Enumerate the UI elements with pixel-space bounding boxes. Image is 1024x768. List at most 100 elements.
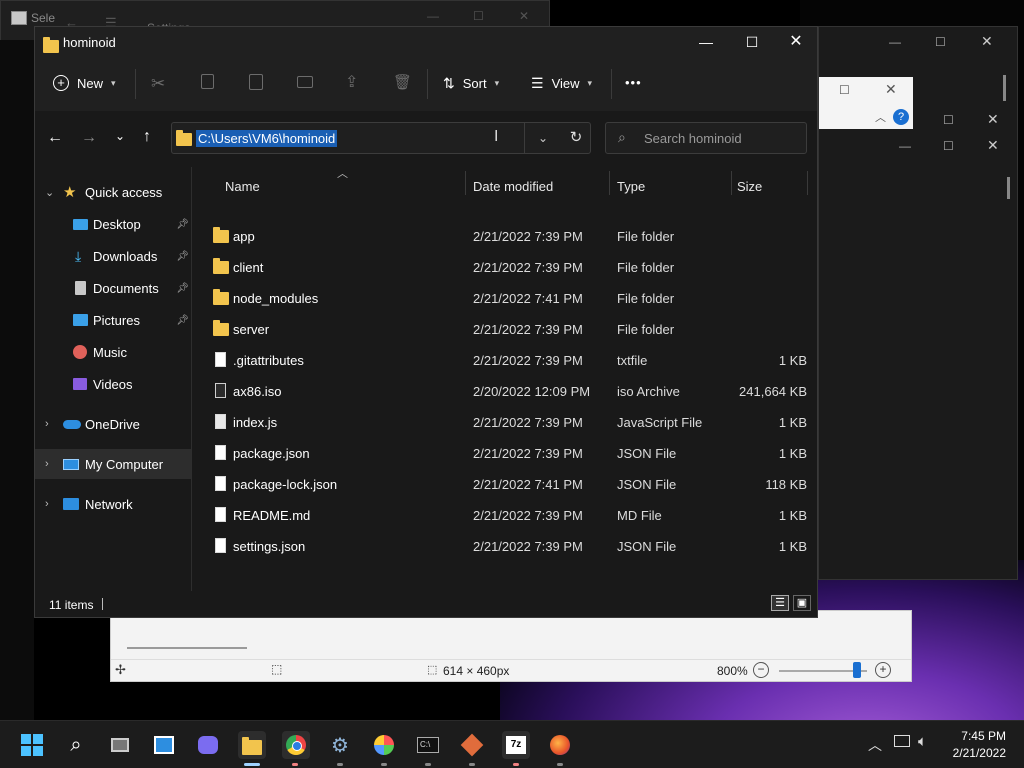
rename-icon[interactable] (297, 76, 313, 88)
sidebar-item-desktop[interactable]: Desktop 📌︎ (35, 209, 191, 239)
file-explorer-window[interactable]: hominoid — ☐ ✕ + New ▾ ✂ ⇪ 🗑︎ ⇅ Sort ▾ ☰… (34, 26, 818, 618)
bgwin-maximize-button-2[interactable]: ☐ (943, 113, 954, 127)
settings-close-button[interactable]: ✕ (519, 9, 529, 23)
table-row[interactable]: client 2/21/2022 7:39 PM File folder (193, 252, 813, 283)
table-row[interactable]: ax86.iso 2/20/2022 12:09 PM iso Archive 241… (193, 376, 813, 407)
table-row[interactable]: settings.json 2/21/2022 7:39 PM JSON File 1… (193, 531, 813, 562)
column-header-date[interactable]: Date modified (473, 179, 553, 194)
column-divider[interactable] (807, 171, 808, 195)
search-box[interactable]: ⌕ Search hominoid (605, 122, 807, 154)
bgwin-maximize-button-3[interactable]: ☐ (943, 139, 954, 153)
bgwin-minimize-button[interactable]: — (889, 35, 901, 49)
sidebar-item-pictures[interactable]: Pictures 📌︎ (35, 305, 191, 335)
sidebar-item-videos[interactable]: Videos (35, 369, 191, 399)
pin-icon[interactable]: 📌︎ (176, 315, 189, 326)
sidebar-item-downloads[interactable]: ⤓ Downloads 📌︎ (35, 241, 191, 271)
column-header-size[interactable]: Size (737, 179, 762, 194)
sidebar-item-my-computer[interactable]: › My Computer (35, 449, 191, 479)
chevron-right-icon[interactable]: › (45, 418, 49, 430)
zoom-slider-thumb[interactable] (853, 662, 861, 678)
large-icons-view-button[interactable]: ▣ (793, 595, 811, 611)
help-icon[interactable]: ? (893, 109, 909, 125)
bgwin-minimize-button-3[interactable]: — (899, 139, 911, 153)
pin-icon[interactable]: 📌︎ (176, 219, 189, 230)
share-icon[interactable]: ⇪ (345, 72, 358, 92)
column-header-name[interactable]: Name (225, 179, 260, 194)
table-row[interactable]: app 2/21/2022 7:39 PM File folder (193, 221, 813, 252)
network-status-icon[interactable] (894, 735, 910, 747)
start-icon[interactable] (18, 731, 46, 759)
show-hidden-icons-button[interactable]: ︿ (868, 735, 882, 755)
widgets-icon[interactable] (150, 731, 178, 759)
details-view-button[interactable]: ☰ (771, 595, 789, 611)
paste-icon[interactable] (249, 74, 263, 90)
settings-icon[interactable]: ⚙ (326, 731, 354, 759)
view-button[interactable]: ☰ View ▾ (531, 75, 592, 92)
file-explorer-icon[interactable] (238, 731, 266, 759)
7zip-icon[interactable]: 7z (502, 731, 530, 759)
volume-icon[interactable]: 🔈︎ (918, 733, 927, 750)
dialog-maximize-button[interactable]: ☐ (839, 83, 850, 97)
address-text[interactable]: C:\Users\VM6\hominoid (196, 130, 338, 147)
table-row[interactable]: README.md 2/21/2022 7:39 PM MD File 1 KB (193, 500, 813, 531)
background-paint-window[interactable]: ✢ ⬚ ⬚ 614 × 460px 800% − + (110, 610, 912, 682)
sidebar-item-network[interactable]: › Network (35, 489, 191, 519)
bgwin-close-button[interactable]: ✕ (981, 33, 993, 50)
table-row[interactable]: package-lock.json 2/21/2022 7:41 PM JSON F… (193, 469, 813, 500)
chat-icon[interactable] (194, 731, 222, 759)
copy-icon[interactable] (201, 74, 214, 89)
new-button[interactable]: + New ▾ (53, 75, 116, 91)
column-header-type[interactable]: Type (617, 179, 645, 194)
bgwin-close-button-3[interactable]: ✕ (987, 137, 999, 154)
search-icon[interactable]: ⌕ (62, 731, 90, 759)
settings-maximize-button[interactable]: ☐ (473, 9, 484, 23)
address-bar[interactable]: C:\Users\VM6\hominoid I ⌄ ↻ (171, 122, 591, 154)
zoom-in-button[interactable]: + (875, 662, 891, 678)
more-options-button[interactable]: ••• (625, 75, 642, 90)
firefox-icon[interactable] (546, 731, 574, 759)
table-row[interactable]: .gitattributes 2/21/2022 7:39 PM txtfile 1 … (193, 345, 813, 376)
paint-icon[interactable] (370, 731, 398, 759)
minimize-button[interactable]: — (683, 31, 729, 55)
bgwin-close-button-2[interactable]: ✕ (987, 111, 999, 128)
dialog-expand-icon[interactable]: ︿ (875, 109, 886, 125)
column-divider[interactable] (465, 171, 466, 195)
settings-minimize-button[interactable]: — (427, 9, 439, 23)
chevron-right-icon[interactable]: › (45, 458, 49, 470)
recent-locations-button[interactable]: ⌄ (115, 129, 125, 143)
address-dropdown-button[interactable]: ⌄ (524, 123, 561, 153)
chevron-down-icon[interactable]: ⌄ (45, 186, 54, 199)
maximize-button[interactable]: ☐ (729, 31, 775, 55)
clock-time[interactable]: 7:45 PM (958, 729, 1006, 743)
sidebar-item-documents[interactable]: Documents 📌︎ (35, 273, 191, 303)
close-button[interactable]: ✕ (773, 31, 819, 55)
background-window-right[interactable]: — ☐ ✕ ☐ ✕ ︿ ? ☐ ✕ — ☐ ✕ (818, 26, 1018, 580)
forward-button[interactable]: → (81, 129, 97, 147)
sidebar-item-music[interactable]: Music (35, 337, 191, 367)
refresh-button[interactable]: ↻ (562, 123, 590, 153)
pin-icon[interactable]: 📌︎ (176, 283, 189, 294)
title-bar[interactable]: hominoid — ☐ ✕ (35, 27, 817, 59)
table-row[interactable]: server 2/21/2022 7:39 PM File folder (193, 314, 813, 345)
git-icon[interactable] (458, 731, 486, 759)
clock-date[interactable]: 2/21/2022 (946, 746, 1006, 760)
paint-scroll-track[interactable] (127, 647, 247, 649)
chevron-right-icon[interactable]: › (45, 498, 49, 510)
bgwin-scrollbar[interactable] (1003, 75, 1006, 101)
table-row[interactable]: index.js 2/21/2022 7:39 PM JavaScript File… (193, 407, 813, 438)
task-view-icon[interactable] (106, 731, 134, 759)
sidebar-item-quick-access[interactable]: ⌄ ★ Quick access (35, 177, 191, 207)
bgwin-maximize-button[interactable]: ☐ (935, 35, 946, 49)
column-divider[interactable] (609, 171, 610, 195)
sort-button[interactable]: ⇅ Sort ▾ (443, 75, 499, 92)
table-row[interactable]: node_modules 2/21/2022 7:41 PM File folder (193, 283, 813, 314)
delete-icon[interactable]: 🗑︎ (393, 73, 412, 91)
terminal-icon[interactable]: C:\ (414, 731, 442, 759)
pin-icon[interactable]: 📌︎ (176, 251, 189, 262)
cut-icon[interactable]: ✂ (151, 74, 165, 94)
back-button[interactable]: ← (47, 129, 63, 147)
dialog-close-button[interactable]: ✕ (885, 81, 897, 98)
chrome-icon[interactable] (282, 731, 310, 759)
zoom-out-button[interactable]: − (753, 662, 769, 678)
bgwin-scrollbar-2[interactable] (1007, 177, 1010, 199)
